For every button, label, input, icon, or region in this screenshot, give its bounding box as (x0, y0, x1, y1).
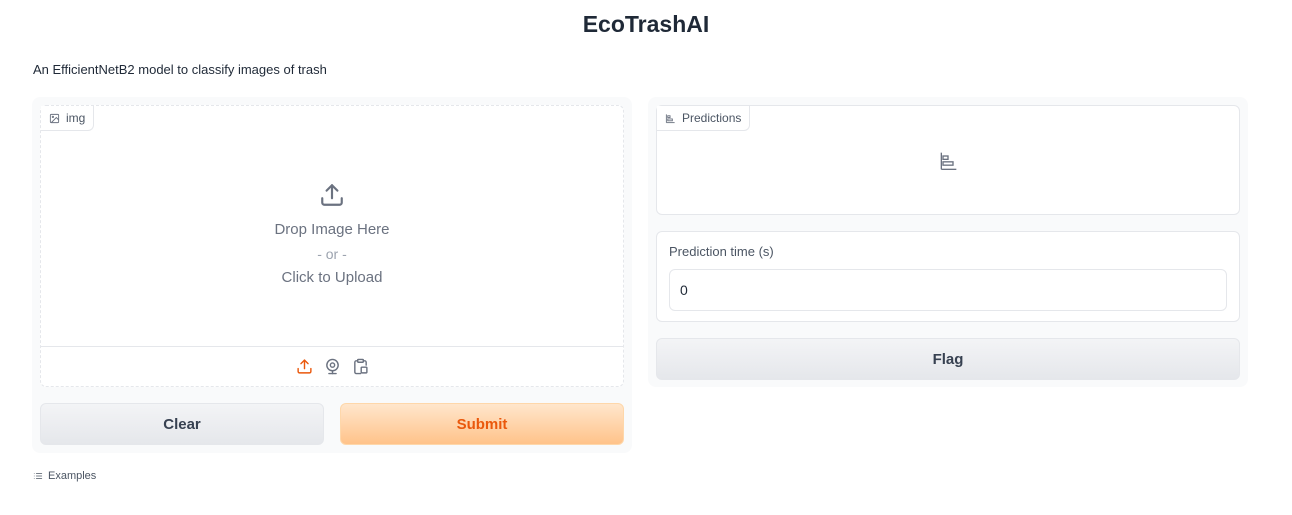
image-label-text: img (66, 111, 86, 125)
clipboard-icon (353, 358, 368, 375)
page-title: EcoTrashAI (582, 11, 710, 37)
predictions-label-text: Predictions (682, 111, 742, 125)
input-panel: Drop Image Here - or - Click to Upload i… (32, 97, 632, 453)
empty-predictions-chart-icon (940, 152, 957, 170)
bar-chart-icon (665, 113, 675, 123)
or-separator-text: - or - (317, 246, 347, 262)
prediction-time-field[interactable]: 0 (669, 269, 1227, 311)
prediction-time-label: Prediction time (s) (669, 244, 774, 259)
image-input-block: Drop Image Here - or - Click to Upload i… (40, 105, 624, 387)
examples-label: Examples (48, 470, 97, 482)
source-clipboard-button[interactable] (351, 358, 369, 376)
image-dropzone[interactable]: Drop Image Here - or - Click to Upload (41, 106, 623, 346)
clear-button[interactable]: Clear (40, 403, 324, 445)
image-source-bar (41, 346, 623, 386)
drop-image-text: Drop Image Here (274, 221, 390, 238)
webcam-icon (325, 358, 339, 375)
predictions-block: Predictions (656, 105, 1240, 215)
image-icon (49, 113, 60, 123)
list-icon (33, 473, 43, 479)
source-webcam-button[interactable] (323, 358, 341, 376)
submit-button[interactable]: Submit (340, 403, 624, 445)
upload-icon (296, 359, 312, 374)
flag-button[interactable]: Flag (656, 338, 1240, 380)
prediction-time-block: Prediction time (s) 0 (656, 231, 1240, 322)
predictions-block-label: Predictions (657, 106, 751, 131)
source-upload-button[interactable] (295, 358, 313, 376)
output-panel: Predictions Prediction time (s) 0 Flag (648, 97, 1248, 387)
click-to-upload-text: Click to Upload (281, 269, 383, 286)
examples-toggle[interactable]: Examples (33, 470, 96, 482)
app-description: An EfficientNetB2 model to classify imag… (33, 62, 327, 77)
upload-arrow-icon (321, 184, 343, 206)
page: EcoTrashAI An EfficientNetB2 model to cl… (0, 0, 1292, 515)
image-block-label: img (41, 106, 95, 131)
